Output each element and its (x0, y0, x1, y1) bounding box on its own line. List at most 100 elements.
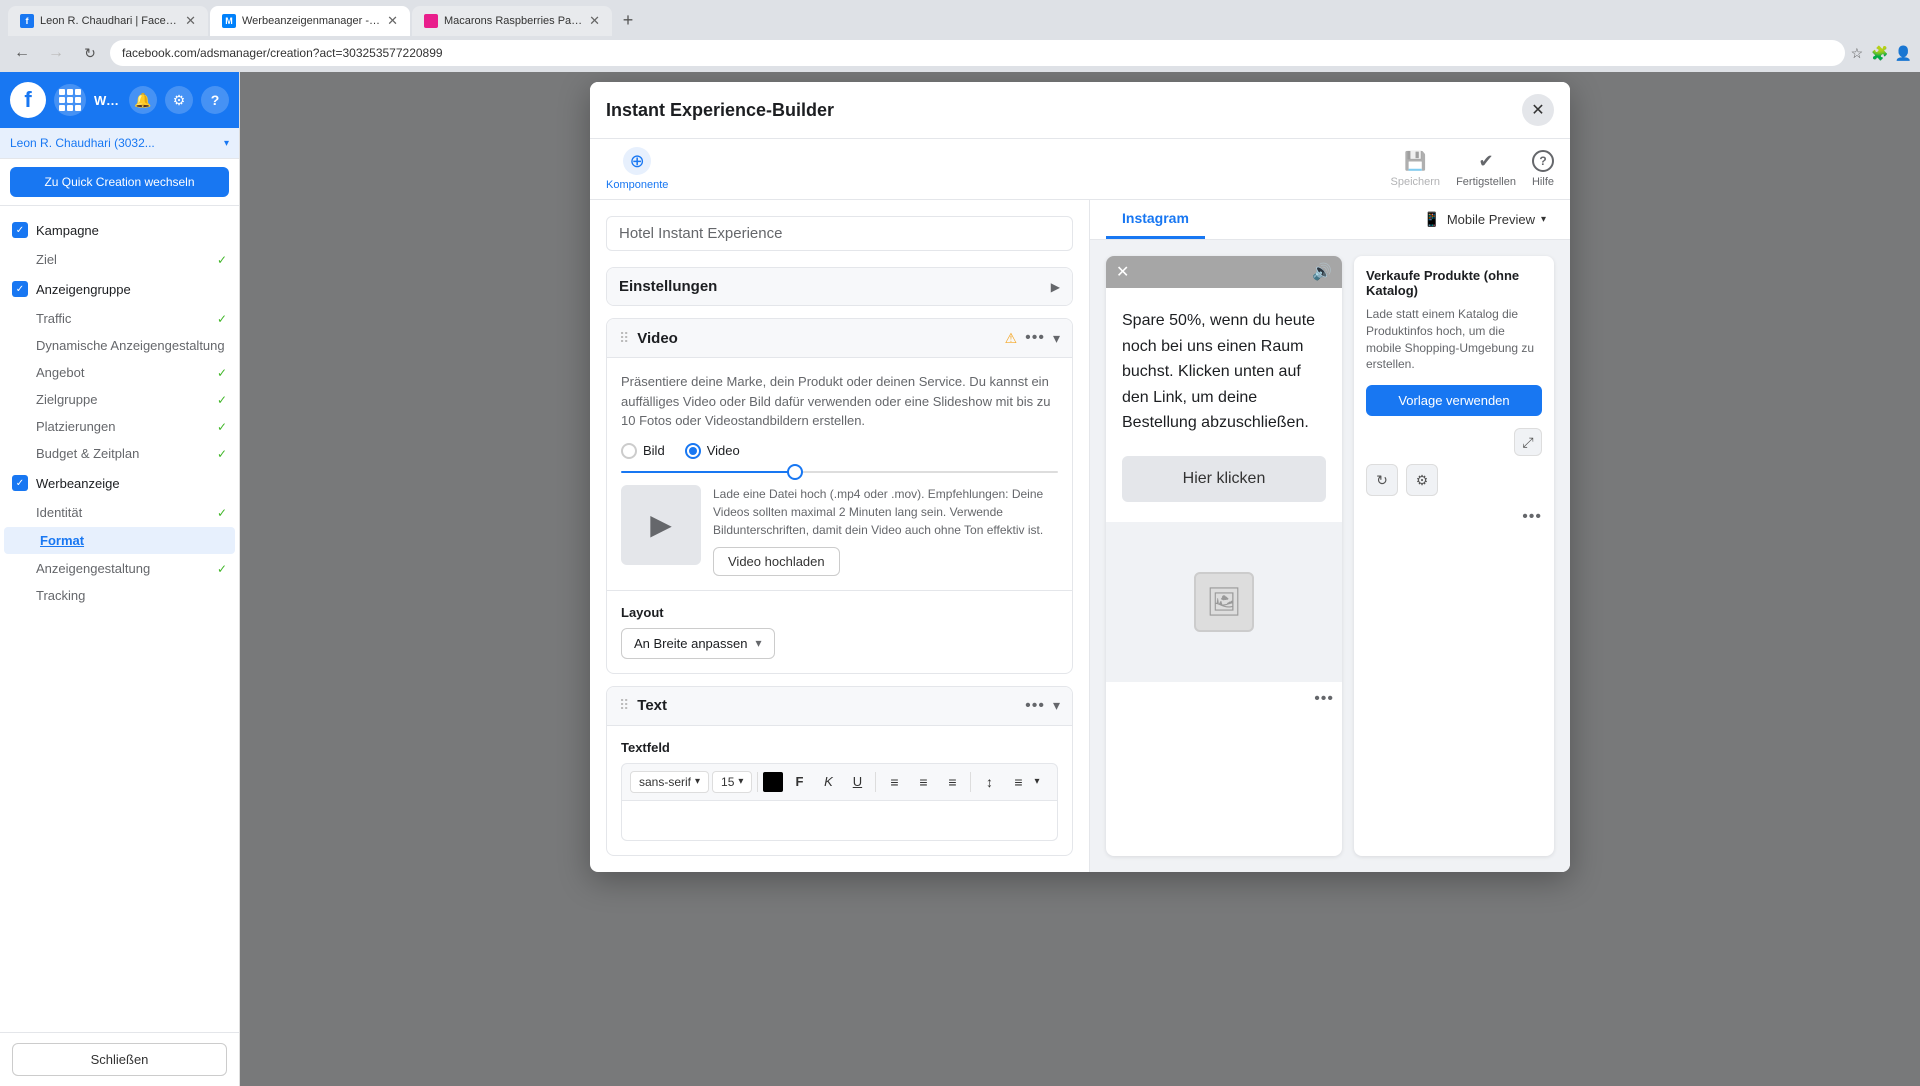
nav-item-angebot[interactable]: Angebot ✓ (0, 359, 239, 386)
tab-fb-close[interactable]: ✕ (185, 13, 196, 29)
font-family-select[interactable]: sans-serif ▾ (630, 771, 709, 793)
einstellungen-title: Einstellungen (619, 278, 1043, 295)
radio-video[interactable]: Video (685, 443, 740, 459)
drag-handle-video[interactable]: ⠿ (619, 330, 629, 347)
new-tab-btn[interactable]: + (614, 6, 642, 34)
radio-bild[interactable]: Bild (621, 443, 665, 459)
address-input[interactable] (110, 40, 1845, 66)
radio-bild-label: Bild (643, 443, 665, 458)
tab-mac[interactable]: Macarons Raspberries Pastr... ✕ (412, 6, 612, 36)
font-size-select[interactable]: 15 ▾ (712, 771, 752, 793)
play-icon: ▶ (650, 508, 672, 541)
nav-item-traffic[interactable]: Traffic ✓ (0, 305, 239, 332)
fb-gear-btn[interactable]: ⚙ (165, 86, 193, 114)
tab-meta[interactable]: M Werbeanzeigenmanager - Cr... ✕ (210, 6, 410, 36)
preview-volume-icon[interactable]: 🔊 (1312, 262, 1332, 282)
nav-item-werbeanzeige[interactable]: ✓ Werbeanzeige (0, 467, 239, 499)
text-section-header[interactable]: ⠿ Text ••• ▾ (607, 687, 1072, 726)
align-left-btn[interactable]: ≡ (881, 769, 907, 795)
underline-btn[interactable]: U (844, 769, 870, 795)
text-formatting-toolbar: sans-serif ▾ 15 ▾ (621, 763, 1058, 801)
preview-cta-btn[interactable]: Hier klicken (1122, 456, 1326, 502)
komponente-btn[interactable]: ⊕ Komponente (606, 147, 668, 191)
account-icon[interactable]: 👤 (1895, 45, 1912, 62)
hilfe-btn[interactable]: ? Hilfe (1532, 150, 1554, 188)
nav-item-tracking[interactable]: Tracking (0, 582, 239, 609)
preview-close-icon[interactable]: ✕ (1116, 262, 1129, 282)
modal-toolbar: ⊕ Komponente 💾 Speichern ✔ Fertigstellen… (590, 139, 1570, 200)
nav-item-ziel[interactable]: Ziel ✓ (0, 246, 239, 273)
template-more-dots[interactable]: ••• (1366, 508, 1542, 526)
text-menu-btn[interactable]: ••• (1025, 697, 1045, 715)
layout-select-arrow: ▾ (755, 636, 761, 650)
video-toggle-btn[interactable]: ▾ (1053, 330, 1060, 347)
align-right-btn[interactable]: ≡ (939, 769, 965, 795)
layout-select[interactable]: An Breite anpassen ▾ (621, 628, 775, 659)
nav-anzeigengestaltung-check: ✓ (217, 562, 227, 576)
nav-item-platzierungen[interactable]: Platzierungen ✓ (0, 413, 239, 440)
textfield-label: Textfeld (621, 740, 1058, 755)
fb-bell-btn[interactable]: 🔔 (129, 86, 157, 114)
nav-anzeigengestaltung-label: Anzeigengestaltung (36, 561, 209, 576)
italic-btn[interactable]: K (815, 769, 841, 795)
nav-item-dynamische[interactable]: Dynamische Anzeigengestaltung (0, 332, 239, 359)
einstellungen-toggle[interactable]: ▶ (1051, 280, 1060, 294)
list-dropdown-arrow[interactable]: ▾ (1034, 776, 1039, 787)
preview-more-dots[interactable]: ••• (1106, 682, 1342, 716)
video-upload-btn[interactable]: Video hochladen (713, 547, 840, 576)
nav-item-zielgruppe[interactable]: Zielgruppe ✓ (0, 386, 239, 413)
nav-budget-label: Budget & Zeitplan (36, 446, 209, 461)
tab-meta-label: Werbeanzeigenmanager - Cr... (242, 15, 381, 27)
experience-name-input[interactable] (606, 216, 1073, 251)
nav-item-format[interactable]: Format (4, 527, 235, 554)
mobile-icon: 📱 (1423, 211, 1440, 228)
nav-item-identitat[interactable]: Identität ✓ (0, 499, 239, 526)
close-button[interactable]: Schließen (12, 1043, 227, 1076)
modal-close-btn[interactable]: ✕ (1522, 94, 1554, 126)
fb-help-btn[interactable]: ? (201, 86, 229, 114)
nav-anzeigengruppe-label: Anzeigengruppe (36, 282, 131, 297)
nav-item-anzeigengruppe[interactable]: ✓ Anzeigengruppe (0, 273, 239, 305)
tab-fb[interactable]: f Leon R. Chaudhari | Facebook ✕ (8, 6, 208, 36)
mobile-preview-arrow: ▾ (1541, 214, 1546, 225)
text-input-area[interactable] (621, 801, 1058, 841)
quick-creation-btn[interactable]: Zu Quick Creation wechseln (10, 167, 229, 197)
align-center-btn[interactable]: ≡ (910, 769, 936, 795)
bold-btn[interactable]: F (786, 769, 812, 795)
extension-icon[interactable]: 🧩 (1871, 45, 1888, 62)
fb-header: f Werbeanzeigenmanage 🔔 ⚙ ? (0, 72, 239, 128)
star-icon[interactable]: ☆ (1851, 45, 1864, 62)
account-selector[interactable]: Leon R. Chaudhari (3032... ▾ (0, 128, 239, 159)
tab-instagram[interactable]: Instagram (1106, 200, 1205, 239)
template-refresh-btn[interactable]: ↻ (1366, 464, 1398, 496)
drag-handle-text[interactable]: ⠿ (619, 697, 629, 714)
template-expand-btn[interactable]: ⤢ (1514, 428, 1542, 456)
nav-item-anzeigengestaltung[interactable]: Anzeigengestaltung ✓ (0, 555, 239, 582)
nav-item-kampagne[interactable]: ✓ Kampagne (0, 214, 239, 246)
tab-mac-close[interactable]: ✕ (589, 13, 600, 29)
refresh-btn[interactable]: ↻ (76, 39, 104, 67)
template-use-btn[interactable]: Vorlage verwenden (1366, 385, 1542, 416)
tab-mac-label: Macarons Raspberries Pastr... (444, 15, 583, 27)
tab-meta-close[interactable]: ✕ (387, 13, 398, 29)
nav-item-budget[interactable]: Budget & Zeitplan ✓ (0, 440, 239, 467)
preview-main-text: Spare 50%, wenn du heute noch bei uns ei… (1122, 308, 1326, 436)
line-height-btn[interactable]: ↕ (976, 769, 1002, 795)
einstellungen-header[interactable]: Einstellungen ▶ (607, 268, 1072, 305)
mobile-preview-btn[interactable]: 📱 Mobile Preview ▾ (1415, 207, 1554, 232)
color-picker-btn[interactable] (763, 772, 783, 792)
forward-btn[interactable]: → (42, 39, 70, 67)
fertigstellen-btn[interactable]: ✔ Fertigstellen (1456, 151, 1516, 188)
nav-angebot-check: ✓ (217, 366, 227, 380)
text-toggle-btn[interactable]: ▾ (1053, 697, 1060, 714)
video-section-header[interactable]: ⠿ Video ⚠ ••• ▾ (607, 319, 1072, 358)
video-menu-btn[interactable]: ••• (1025, 329, 1045, 347)
speichern-btn[interactable]: 💾 Speichern (1391, 151, 1441, 188)
back-btn[interactable]: ← (8, 39, 36, 67)
address-bar-row: ← → ↻ ☆ 🧩 👤 (0, 36, 1920, 72)
template-settings-btn[interactable]: ⚙ (1406, 464, 1438, 496)
instagram-preview: ✕ 🔊 Spare 50%, wenn du heute noch bei un… (1106, 256, 1342, 856)
nav-identitat-check: ✓ (217, 506, 227, 520)
list-btn[interactable]: ≡ (1005, 769, 1031, 795)
fb-app-menu[interactable] (54, 84, 86, 116)
